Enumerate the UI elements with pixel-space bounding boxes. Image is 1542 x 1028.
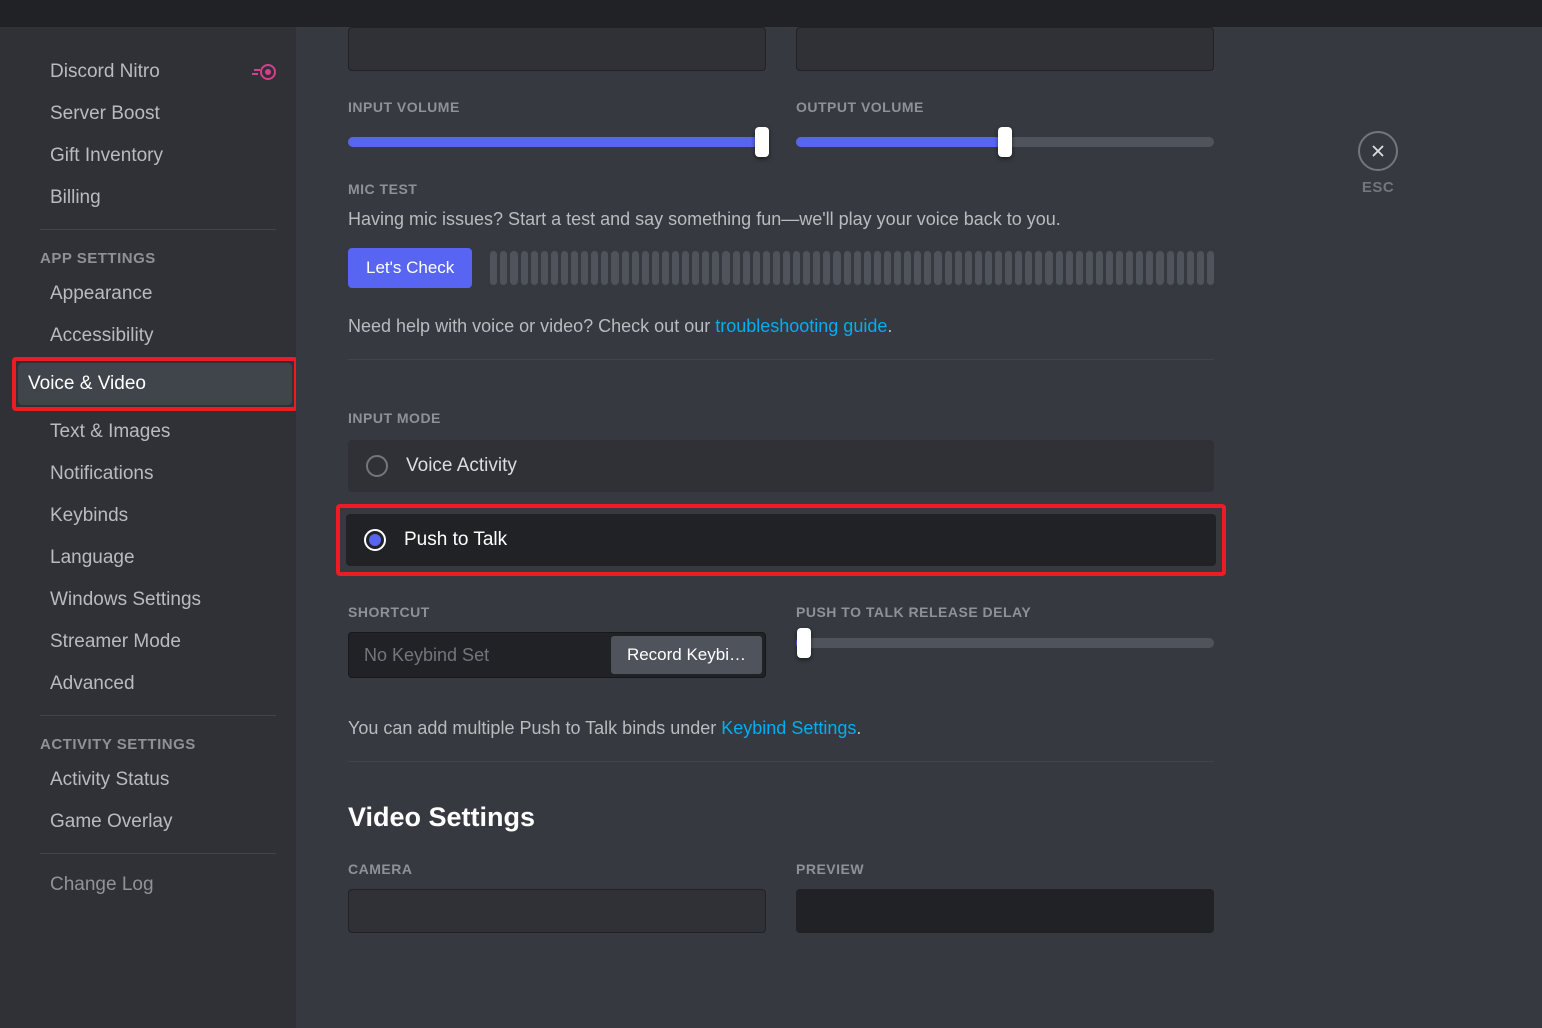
radio-icon [364, 529, 386, 551]
sidebar-item-label: Discord Nitro [50, 61, 160, 83]
sidebar-header-app: APP SETTINGS [40, 240, 286, 273]
radio-voice-activity[interactable]: Voice Activity [348, 440, 1214, 492]
sidebar-item-game-overlay[interactable]: Game Overlay [40, 801, 286, 843]
sidebar-item-label: Streamer Mode [50, 631, 181, 653]
sidebar-item-label: Activity Status [50, 769, 169, 791]
sidebar-item-keybinds[interactable]: Keybinds [40, 495, 286, 537]
divider [348, 761, 1214, 762]
sidebar-item-language[interactable]: Language [40, 537, 286, 579]
keybind-placeholder: No Keybind Set [352, 645, 611, 666]
sidebar-item-label: Game Overlay [50, 811, 172, 833]
output-volume-slider[interactable] [796, 137, 1214, 147]
sidebar-item-text-images[interactable]: Text & Images [40, 411, 286, 453]
sidebar-item-label: Advanced [50, 673, 135, 695]
input-mode-label: INPUT MODE [348, 410, 1214, 426]
sidebar-item-label: Windows Settings [50, 589, 201, 611]
settings-sidebar: Discord Nitro Server Boost Gift Inventor… [0, 27, 296, 1028]
sidebar-header-activity: ACTIVITY SETTINGS [40, 726, 286, 759]
sidebar-item-activity-status[interactable]: Activity Status [40, 759, 286, 801]
sidebar-item-label: Voice & Video [28, 373, 146, 395]
camera-select[interactable] [348, 889, 766, 933]
esc-label: ESC [1362, 179, 1394, 196]
mic-test-desc: Having mic issues? Start a test and say … [348, 209, 1214, 230]
keybind-settings-link[interactable]: Keybind Settings [721, 718, 856, 738]
sidebar-item-server-boost[interactable]: Server Boost [40, 93, 286, 135]
divider [40, 229, 276, 230]
divider [40, 715, 276, 716]
ptt-delay-slider[interactable] [796, 638, 1214, 648]
troubleshooting-link[interactable]: troubleshooting guide [715, 316, 887, 336]
input-device-select[interactable] [348, 27, 766, 71]
mic-meter [490, 251, 1214, 285]
sidebar-item-changelog[interactable]: Change Log [40, 864, 286, 906]
radio-label: Push to Talk [404, 529, 507, 551]
sidebar-item-label: Change Log [50, 874, 154, 896]
sidebar-item-label: Text & Images [50, 421, 170, 443]
preview-label: PREVIEW [796, 861, 1214, 877]
close-icon [1369, 142, 1387, 160]
mic-test-button[interactable]: Let's Check [348, 248, 472, 288]
sidebar-item-appearance[interactable]: Appearance [40, 273, 286, 315]
ptt-delay-label: PUSH TO TALK RELEASE DELAY [796, 604, 1214, 620]
highlight-push-to-talk: Push to Talk [336, 504, 1226, 576]
sidebar-item-streamer-mode[interactable]: Streamer Mode [40, 621, 286, 663]
sidebar-item-label: Gift Inventory [50, 145, 163, 167]
camera-label: CAMERA [348, 861, 766, 877]
radio-icon [366, 455, 388, 477]
sidebar-item-billing[interactable]: Billing [40, 177, 286, 219]
radio-push-to-talk[interactable]: Push to Talk [346, 514, 1216, 566]
mic-test-label: MIC TEST [348, 181, 1214, 197]
sidebar-item-voice-video[interactable]: Voice & Video [18, 363, 292, 405]
titlebar [0, 0, 1542, 27]
highlight-voice-video: Voice & Video [12, 357, 296, 411]
sidebar-item-accessibility[interactable]: Accessibility [40, 315, 286, 357]
shortcut-label: SHORTCUT [348, 604, 766, 620]
sidebar-item-notifications[interactable]: Notifications [40, 453, 286, 495]
video-settings-title: Video Settings [348, 802, 1214, 833]
sidebar-item-gift-inventory[interactable]: Gift Inventory [40, 135, 286, 177]
divider [40, 853, 276, 854]
sidebar-item-windows-settings[interactable]: Windows Settings [40, 579, 286, 621]
sidebar-item-label: Appearance [50, 283, 152, 305]
settings-content: INPUT VOLUME OUTPUT VOLUME MIC TEST [348, 27, 1214, 1028]
video-preview [796, 889, 1214, 933]
radio-label: Voice Activity [406, 455, 517, 477]
input-volume-label: INPUT VOLUME [348, 99, 766, 115]
help-text: Need help with voice or video? Check out… [348, 316, 1214, 337]
record-keybind-button[interactable]: Record Keybi… [611, 636, 762, 674]
sidebar-item-label: Server Boost [50, 103, 160, 125]
output-volume-label: OUTPUT VOLUME [796, 99, 1214, 115]
close-button[interactable] [1358, 131, 1398, 171]
keybind-input[interactable]: No Keybind Set Record Keybi… [348, 632, 766, 678]
sidebar-item-advanced[interactable]: Advanced [40, 663, 286, 705]
sidebar-item-label: Keybinds [50, 505, 128, 527]
sidebar-item-label: Language [50, 547, 135, 569]
sidebar-item-label: Notifications [50, 463, 154, 485]
input-volume-slider[interactable] [348, 137, 766, 147]
output-device-select[interactable] [796, 27, 1214, 71]
nitro-icon [252, 64, 276, 80]
sidebar-item-label: Accessibility [50, 325, 153, 347]
sidebar-item-label: Billing [50, 187, 101, 209]
sidebar-item-nitro[interactable]: Discord Nitro [40, 51, 286, 93]
keybind-hint: You can add multiple Push to Talk binds … [348, 718, 1214, 739]
divider [348, 359, 1214, 360]
